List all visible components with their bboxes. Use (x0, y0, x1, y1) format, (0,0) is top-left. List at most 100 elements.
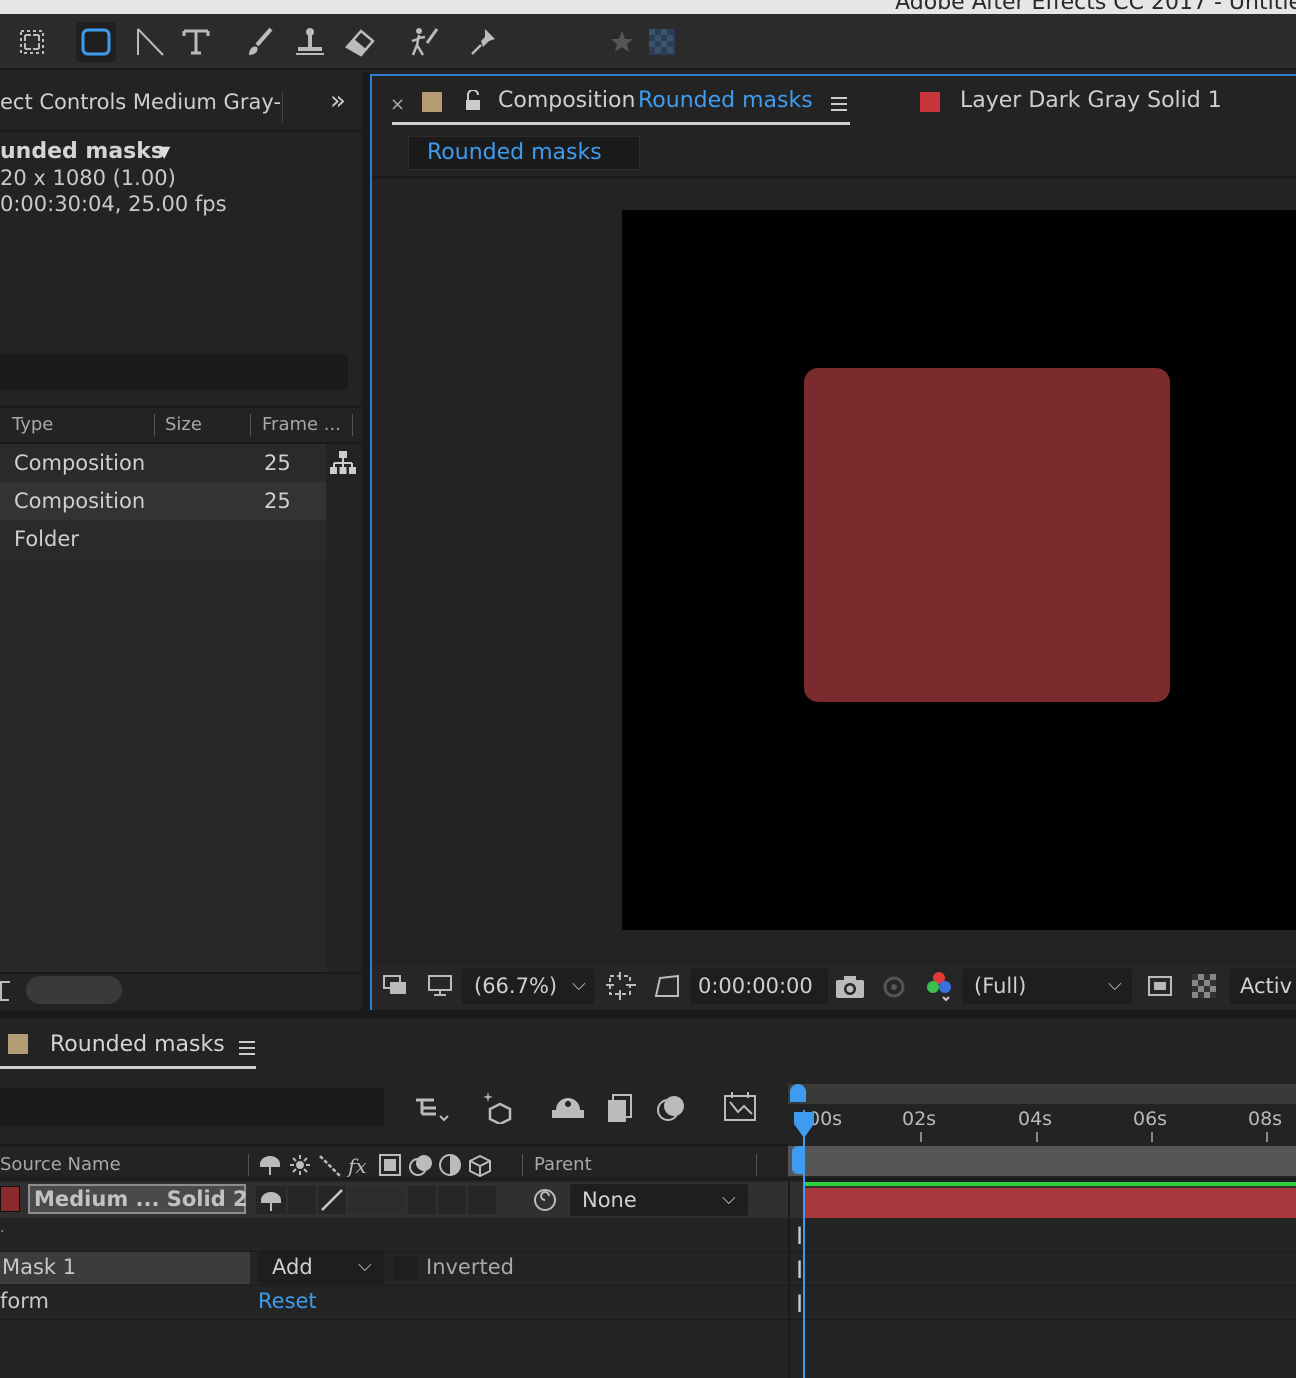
project-search-input[interactable] (0, 354, 348, 390)
composition-tab-name[interactable]: Rounded masks (638, 88, 813, 113)
collapse-switch[interactable] (288, 1186, 316, 1214)
parent-dropdown[interactable]: None ⌵ (570, 1184, 748, 1216)
puppet-pin-icon[interactable] (464, 22, 504, 62)
composition-viewer-panel: × Composition Rounded masks Layer Dark G… (370, 74, 1296, 1012)
panel-splitter-horizontal[interactable] (0, 1010, 1296, 1018)
layer-duration-bar[interactable] (804, 1188, 1296, 1218)
reset-link[interactable]: Reset (258, 1289, 317, 1313)
graph-editor-icon[interactable] (722, 1090, 758, 1124)
chevron-down-icon: ⌵ (572, 974, 586, 995)
quality-switch[interactable] (318, 1186, 346, 1214)
roto-brush-icon[interactable] (404, 22, 444, 62)
frame-blend-switch[interactable] (408, 1186, 436, 1214)
work-area-bar[interactable] (788, 1084, 1296, 1104)
draft-3d-icon[interactable] (482, 1090, 518, 1126)
mask-name-field[interactable]: Mask 1 (0, 1252, 250, 1284)
motion-blur-switch[interactable] (438, 1186, 466, 1214)
composition-canvas[interactable] (622, 210, 1296, 930)
panel-overflow-icon[interactable]: » (330, 86, 346, 116)
pick-whip-icon[interactable] (530, 1186, 560, 1214)
effect-controls-tab[interactable]: ect Controls Medium Gray- (0, 90, 281, 114)
selection-box-icon[interactable] (12, 22, 52, 62)
trash-icon[interactable] (0, 978, 10, 1002)
layer-duration-indicator (804, 1182, 1296, 1186)
timeline-tab-title[interactable]: Rounded masks (50, 1032, 225, 1057)
item-type: Composition (14, 489, 146, 513)
comp-breadcrumb[interactable]: Rounded masks (408, 136, 640, 170)
monitor-icon[interactable] (426, 974, 454, 998)
camera-icon[interactable] (834, 972, 866, 1000)
camera-value: Activ (1240, 974, 1293, 998)
shy-layers-icon[interactable] (550, 1092, 586, 1122)
comp-dropdown-icon[interactable]: ▼ (158, 142, 170, 161)
eraser-icon[interactable] (340, 22, 380, 62)
column-header-size[interactable]: Size (165, 414, 202, 435)
motion-blur-icon[interactable] (656, 1092, 688, 1124)
column-divider (756, 1154, 757, 1176)
inverted-checkbox[interactable] (394, 1256, 418, 1280)
composition-mini-flowchart-icon[interactable] (414, 1094, 450, 1124)
column-header-parent[interactable]: Parent (534, 1154, 592, 1175)
rounded-rectangle-icon[interactable] (76, 22, 116, 62)
panel-menu-icon[interactable] (830, 96, 848, 112)
work-area-start-handle[interactable] (790, 1084, 806, 1102)
layer-name-field[interactable]: Medium ... Solid 2 (28, 1184, 248, 1214)
mask-path-visibility-icon[interactable] (652, 972, 682, 1000)
current-time-display[interactable]: 0:00:00:00 (690, 968, 828, 1004)
comp-name[interactable]: unded masks (0, 139, 164, 164)
layer-row[interactable]: Medium ... Solid 2 None ⌵ (0, 1182, 1296, 1218)
active-camera-dropdown[interactable]: Activ (1230, 968, 1296, 1004)
region-of-interest-icon[interactable] (606, 972, 636, 1000)
resolution-dropdown[interactable]: (Full) ⌵ (962, 968, 1132, 1004)
item-type: Folder (14, 527, 79, 551)
always-preview-icon[interactable] (382, 974, 410, 998)
transform-row[interactable]: form Reset (0, 1286, 1296, 1320)
show-snapshot-icon[interactable] (878, 972, 910, 1000)
mask-mode-dropdown[interactable]: Add ⌵ (258, 1252, 384, 1284)
3d-layer-switch[interactable] (468, 1186, 496, 1214)
close-tab-button[interactable]: × (390, 94, 405, 115)
column-header-source-name[interactable]: Source Name (0, 1154, 121, 1175)
item-type: Composition (14, 451, 146, 475)
transparency-grid-icon[interactable] (642, 22, 682, 62)
tools-toolbar (0, 14, 1296, 70)
transparency-grid-icon[interactable] (1190, 972, 1218, 1000)
column-header-frame[interactable]: Frame ... (262, 414, 341, 435)
star-icon[interactable] (602, 22, 642, 62)
mask-name: Mask 1 (2, 1255, 77, 1279)
panel-splitter[interactable] (362, 72, 370, 1010)
playhead-handle[interactable] (792, 1110, 816, 1140)
time-ruler[interactable]: 00s 02s 04s 06s 08s (788, 1104, 1296, 1144)
rounded-mask-shape[interactable] (804, 368, 1170, 702)
zoom-dropdown[interactable]: (66.7%) ⌵ (462, 968, 594, 1004)
lock-open-icon[interactable] (464, 89, 482, 112)
type-icon[interactable] (176, 22, 216, 62)
chevron-down-icon: ⌵ (1108, 974, 1122, 995)
pen-icon[interactable] (130, 22, 170, 62)
shy-switch[interactable] (256, 1186, 286, 1214)
clone-stamp-icon[interactable] (290, 22, 330, 62)
list-item[interactable]: Folder (0, 520, 326, 558)
layer-header-bottom-border (0, 1178, 1296, 1180)
horizontal-scrollbar-thumb[interactable] (26, 976, 122, 1004)
flowchart-icon[interactable] (330, 450, 356, 476)
transform-label: form (0, 1289, 49, 1313)
brush-icon[interactable] (240, 22, 280, 62)
layer-tab[interactable]: Layer Dark Gray Solid 1 (960, 88, 1222, 113)
comp-dimensions: 20 x 1080 (1.00) (0, 166, 176, 190)
zoom-value: (66.7%) (474, 974, 558, 998)
timeline-header-bar (788, 1146, 1296, 1176)
effects-switch[interactable] (348, 1186, 406, 1214)
timeline-search-input[interactable] (0, 1088, 384, 1126)
layer-label-color[interactable] (0, 1186, 20, 1212)
list-item[interactable]: Composition 25 (0, 482, 326, 520)
list-item[interactable]: Composition 25 (0, 444, 326, 482)
frame-blending-icon[interactable] (604, 1092, 634, 1124)
channels-icon[interactable] (924, 970, 954, 1002)
panel-menu-icon[interactable] (238, 1040, 256, 1056)
mask-row[interactable]: Mask 1 Add ⌵ Inverted (0, 1252, 1296, 1286)
composition-tab-prefix[interactable]: Composition (498, 88, 635, 113)
fast-previews-icon[interactable] (1146, 972, 1174, 1000)
column-header-type[interactable]: Type (12, 414, 53, 435)
ruler-tick (1266, 1132, 1268, 1142)
